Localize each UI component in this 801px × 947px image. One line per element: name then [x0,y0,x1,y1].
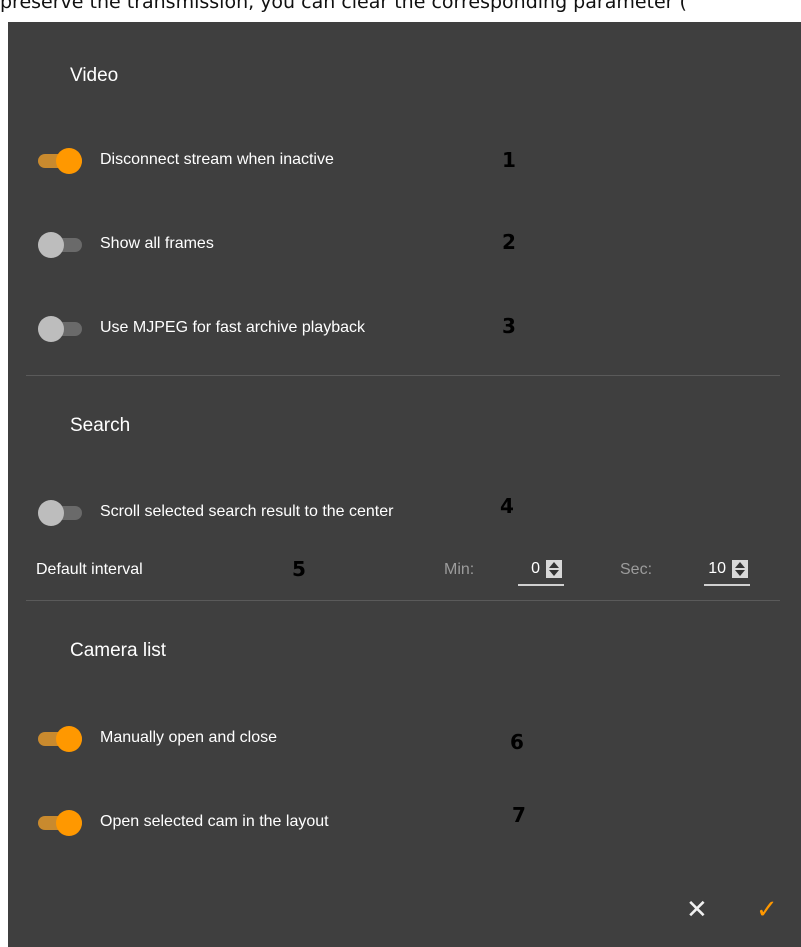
setting-label: Use MJPEG for fast archive playback [100,319,365,336]
toggle-knob [56,810,82,836]
min-value: 0 [531,560,540,577]
setting-row-disconnect-stream: Disconnect stream when inactive 1 [8,148,801,174]
marker-4: 4 [500,494,514,518]
marker-5: 5 [292,557,306,581]
decrement-arrow-icon[interactable] [549,570,559,576]
increment-arrow-icon[interactable] [735,562,745,568]
setting-label: Scroll selected search result to the cen… [100,503,394,520]
section-title-video: Video [70,65,119,86]
min-stepper-buttons[interactable] [546,560,562,578]
sec-value: 10 [708,560,726,577]
top-caption: preserve the transmission, you can clear… [0,0,687,13]
increment-arrow-icon[interactable] [549,562,559,568]
marker-1: 1 [502,148,516,172]
confirm-check-icon[interactable]: ✓ [756,894,778,925]
toggle-show-all-frames[interactable] [38,232,82,258]
marker-6: 6 [510,730,524,754]
section-title-search: Search [70,415,131,436]
marker-7: 7 [512,803,526,827]
sec-stepper-buttons[interactable] [732,560,748,578]
toggle-knob [56,148,82,174]
divider [26,600,780,601]
divider [26,375,780,376]
setting-row-manual-open-close: Manually open and close 6 [8,726,801,754]
toggle-knob [38,316,64,342]
decrement-arrow-icon[interactable] [735,570,745,576]
setting-row-open-in-layout: Open selected cam in the layout 7 [8,803,801,836]
toggle-scroll-to-center[interactable] [38,500,82,526]
settings-panel: Video Disconnect stream when inactive 1 … [8,22,801,947]
default-interval-row: Default interval 5 Min: 0 Sec: 10 [8,557,801,586]
toggle-open-in-layout[interactable] [38,810,82,836]
setting-row-mjpeg-playback: Use MJPEG for fast archive playback 3 [8,314,801,342]
min-spinner[interactable]: 0 [518,558,564,586]
setting-label: Open selected cam in the layout [100,813,329,830]
toggle-mjpeg-playback[interactable] [38,316,82,342]
marker-3: 3 [502,314,516,338]
toggle-manual-open-close[interactable] [38,726,82,752]
setting-label: Show all frames [100,235,214,252]
sec-label: Sec: [620,561,653,578]
setting-row-show-all-frames: Show all frames 2 [8,230,801,258]
section-title-camera-list: Camera list [70,640,167,661]
sec-spinner[interactable]: 10 [704,558,750,586]
toggle-knob [38,500,64,526]
default-interval-label: Default interval [36,561,143,578]
toggle-knob [38,232,64,258]
marker-2: 2 [502,230,516,254]
setting-row-scroll-to-center: Scroll selected search result to the cen… [8,494,801,526]
min-label: Min: [444,561,475,578]
cancel-close-icon[interactable]: ✕ [686,894,708,925]
setting-label: Disconnect stream when inactive [100,151,334,168]
toggle-disconnect-stream[interactable] [38,148,82,174]
setting-label: Manually open and close [100,729,278,746]
toggle-knob [56,726,82,752]
